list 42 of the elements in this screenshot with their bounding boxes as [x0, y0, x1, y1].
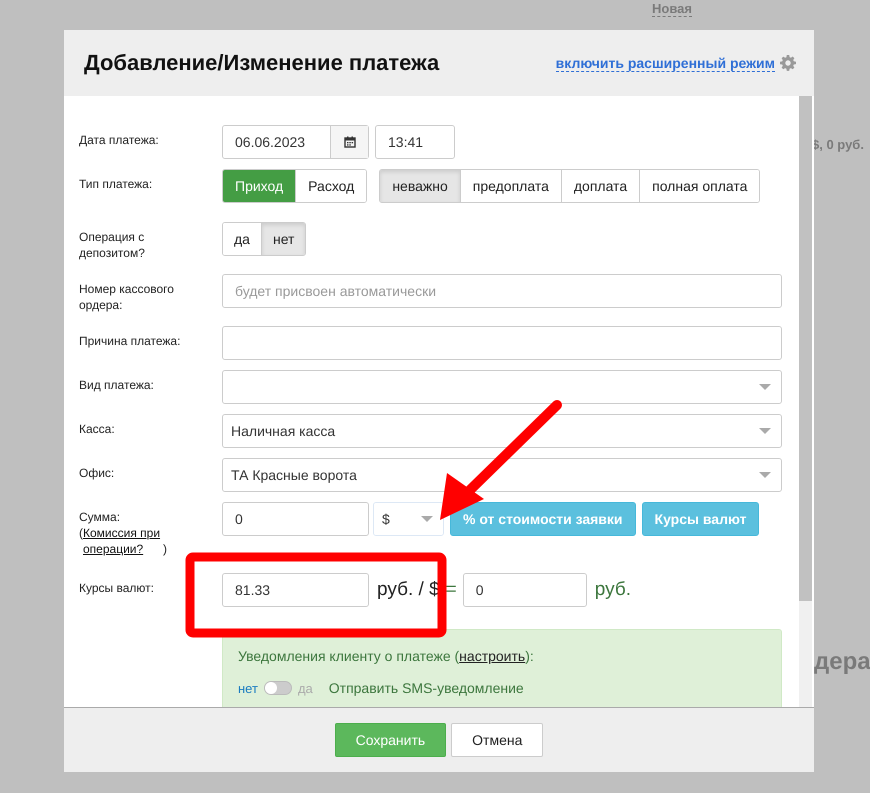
field-label: Дата платежа:: [79, 132, 160, 149]
field-label: Касса:: [79, 421, 116, 438]
sms-toggle[interactable]: [264, 681, 292, 695]
result-field[interactable]: 0: [462, 573, 587, 607]
dialog-title: Добавление/Изменение платежа: [84, 50, 440, 76]
direction-toggle[interactable]: Расход: [295, 170, 366, 202]
time-field[interactable]: 13:41: [375, 125, 455, 159]
payment-stage-toggle[interactable]: неважно: [380, 170, 460, 202]
field-label: Вид платежа:: [79, 377, 155, 394]
payment-kind-select[interactable]: [222, 370, 782, 404]
commission-note: (Комиссия при операции? ): [79, 525, 167, 557]
order-number-field[interactable]: будет присвоен автоматически: [222, 274, 782, 308]
equals-sign: =: [446, 579, 457, 601]
toggle-off-label: нет: [238, 680, 258, 696]
toggle-on-label: да: [298, 680, 313, 696]
scrollbar[interactable]: [799, 96, 812, 707]
reason-field[interactable]: [222, 326, 782, 360]
background-text: Новая: [652, 1, 692, 17]
caret-icon: [421, 516, 433, 522]
payment-stage-toggle[interactable]: полная оплата: [639, 170, 760, 202]
advanced-mode-link[interactable]: включить расширенный режим: [556, 54, 775, 72]
field-label: Офис:: [79, 465, 116, 482]
field-label: Сумма:: [79, 509, 122, 525]
caret-icon: [759, 384, 771, 390]
notification-text: Уведомления клиенту о платеже (настроить):: [238, 648, 535, 664]
result-unit: руб.: [594, 579, 631, 601]
settings-icon[interactable]: [780, 55, 796, 71]
caret-icon: [759, 428, 771, 434]
date-field[interactable]: 06.06.2023: [222, 125, 369, 159]
calendar-icon[interactable]: [344, 136, 356, 148]
field-label: Курсы валют:: [79, 580, 155, 597]
configure-link[interactable]: настроить: [459, 648, 526, 664]
field-label: Причина платежа:: [79, 333, 182, 350]
exchange-rate-field[interactable]: 81.33: [222, 573, 369, 607]
sms-label: Отправить SMS-уведомление: [328, 680, 524, 696]
amount-field[interactable]: 0: [222, 502, 369, 536]
field-label: Тип платежа:: [79, 176, 154, 193]
commission-link[interactable]: Комиссия при операции?: [83, 525, 163, 557]
cashbox-select[interactable]: Наличная касса: [222, 414, 782, 448]
cancel-button[interactable]: Отмена: [451, 723, 544, 757]
deposit-toggle[interactable]: нет: [260, 223, 306, 255]
caret-icon: [759, 472, 771, 478]
